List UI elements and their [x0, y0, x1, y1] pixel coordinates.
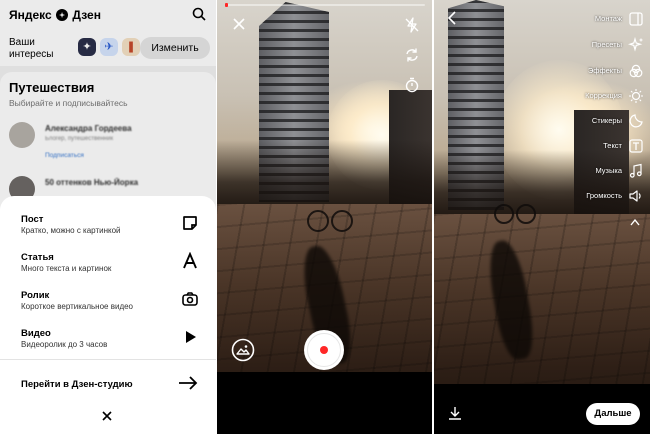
next-button[interactable]: Дальше [586, 403, 640, 425]
chevron-up-icon[interactable] [630, 218, 640, 226]
create-short-video-item[interactable]: Ролик Короткое вертикальное видео [21, 290, 201, 320]
item-description: Кратко, можно с картинкой [21, 226, 121, 235]
camera-bottom-bar [217, 372, 432, 434]
tool-label: Эффекты [587, 66, 622, 75]
flash-off-icon[interactable] [404, 17, 420, 33]
create-sheet: Пост Кратко, можно с картинкой Статья Мн… [0, 196, 216, 434]
arrow-right-icon[interactable] [178, 376, 198, 390]
effects-icon [629, 64, 643, 78]
tool-text[interactable]: Текст [450, 138, 650, 154]
recording-progress [225, 3, 425, 7]
volume-icon [629, 190, 641, 202]
tool-presets[interactable]: Пресеты [450, 37, 650, 53]
tool-label: Громкость [586, 191, 622, 200]
trim-icon [629, 12, 643, 26]
panel-divider [216, 0, 217, 434]
editor-tools: Монтаж Пресеты Эффекты Коррекция Стикеры… [434, 0, 650, 434]
progress-indicator [225, 3, 228, 7]
letter-a-icon [183, 252, 197, 269]
tool-label: Пресеты [591, 40, 622, 49]
download-icon[interactable] [448, 406, 462, 420]
bicycle [331, 210, 353, 232]
item-title: Ролик [21, 290, 50, 301]
timer-icon[interactable] [404, 77, 420, 93]
tool-label: Монтаж [594, 14, 622, 23]
camera-panel [217, 0, 432, 434]
close-icon[interactable] [231, 16, 247, 32]
panel-divider [432, 0, 434, 434]
record-dot [320, 346, 328, 354]
record-button[interactable] [304, 330, 344, 370]
tool-label: Текст [603, 141, 622, 150]
sparkle-icon [628, 37, 643, 52]
tool-label: Коррекция [585, 91, 622, 100]
item-title: Статья [21, 252, 54, 263]
sticker-icon [629, 114, 643, 128]
tool-music[interactable]: Музыка [450, 163, 650, 179]
gallery-icon[interactable] [231, 338, 255, 362]
text-icon [629, 139, 643, 153]
divider [0, 359, 216, 360]
tool-volume[interactable]: Громкость [450, 188, 650, 204]
bicycle [307, 210, 329, 232]
feed-panel: Яндекс Дзен Ваши интересы ✦ ✈ ❚ Изменить… [0, 0, 216, 434]
item-title: Видео [21, 328, 51, 339]
tool-trim[interactable]: Монтаж [450, 11, 650, 27]
correction-icon [629, 89, 643, 103]
tool-effects[interactable]: Эффекты [450, 63, 650, 79]
studio-link[interactable]: Перейти в Дзен-студию [21, 379, 133, 390]
create-video-item[interactable]: Видео Видеоролик до 3 часов [21, 328, 201, 358]
create-post-item[interactable]: Пост Кратко, можно с картинкой [21, 214, 201, 244]
item-description: Короткое вертикальное видео [21, 302, 134, 311]
tool-stickers[interactable]: Стикеры [450, 113, 650, 129]
item-title: Пост [21, 214, 44, 225]
item-description: Видеоролик до 3 часов [21, 340, 108, 349]
create-article-item[interactable]: Статья Много текста и картинок [21, 252, 201, 282]
music-icon [629, 163, 642, 178]
tool-label: Музыка [595, 166, 622, 175]
flip-camera-icon[interactable] [404, 47, 420, 63]
editor-panel: Монтаж Пресеты Эффекты Коррекция Стикеры… [434, 0, 650, 434]
close-icon[interactable] [101, 410, 113, 422]
tool-correction[interactable]: Коррекция [450, 88, 650, 104]
tool-label: Стикеры [591, 116, 622, 125]
play-icon [186, 331, 196, 343]
camera-icon [182, 292, 198, 306]
item-description: Много текста и картинок [21, 264, 112, 273]
trees [217, 140, 432, 210]
sticky-note-icon [183, 216, 197, 230]
